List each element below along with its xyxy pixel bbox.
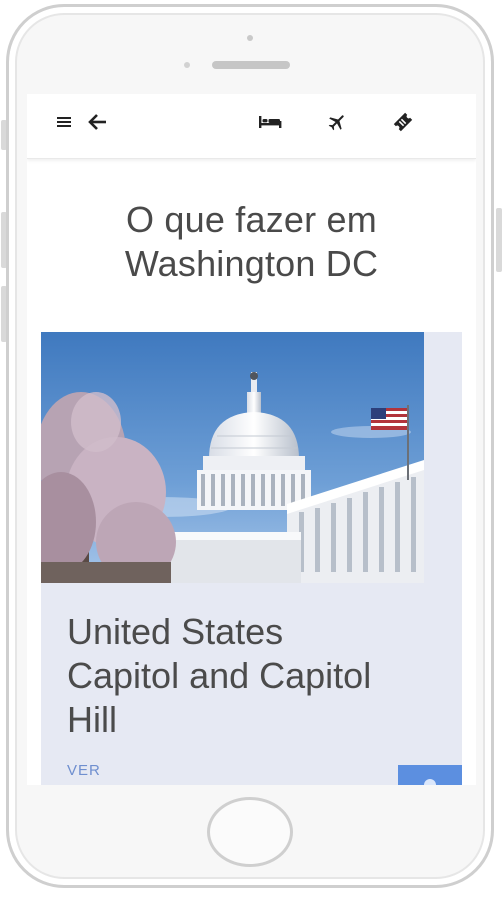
device-mockup: O que fazer em Washington DC United Stat… bbox=[0, 0, 503, 900]
page-title-line: O que fazer em bbox=[126, 199, 377, 240]
attraction-title-line: United States bbox=[67, 611, 284, 652]
attraction-title: United States Capitol and Capitol Hill bbox=[67, 610, 447, 742]
flights-button[interactable] bbox=[321, 106, 353, 138]
menu-icon bbox=[56, 115, 72, 129]
hotel-bed-icon bbox=[258, 114, 282, 130]
front-camera bbox=[247, 35, 253, 41]
tickets-button[interactable] bbox=[387, 106, 419, 138]
attraction-title-line: Hill bbox=[67, 699, 117, 740]
fab-icon bbox=[424, 779, 436, 785]
earpiece-speaker bbox=[212, 61, 290, 69]
ticket-icon bbox=[392, 111, 414, 133]
home-button[interactable] bbox=[207, 797, 293, 867]
app-screen: O que fazer em Washington DC United Stat… bbox=[27, 94, 476, 785]
floating-action-button[interactable] bbox=[398, 765, 462, 785]
back-button[interactable] bbox=[82, 106, 114, 138]
capitol-building-illustration bbox=[41, 332, 424, 583]
page-title: O que fazer em Washington DC bbox=[27, 198, 476, 286]
power-button bbox=[496, 208, 502, 272]
view-link[interactable]: VER bbox=[67, 762, 101, 779]
attraction-title-line: Capitol and Capitol bbox=[67, 655, 372, 696]
attraction-card[interactable]: United States Capitol and Capitol Hill V… bbox=[41, 332, 462, 785]
arrow-back-icon bbox=[88, 113, 108, 131]
menu-button[interactable] bbox=[48, 106, 80, 138]
top-app-bar bbox=[27, 94, 476, 159]
airplane-icon bbox=[327, 112, 347, 132]
proximity-sensor bbox=[184, 62, 190, 68]
attraction-photo[interactable] bbox=[41, 332, 424, 583]
page-title-line: Washington DC bbox=[124, 243, 379, 284]
hotels-button[interactable] bbox=[254, 106, 286, 138]
